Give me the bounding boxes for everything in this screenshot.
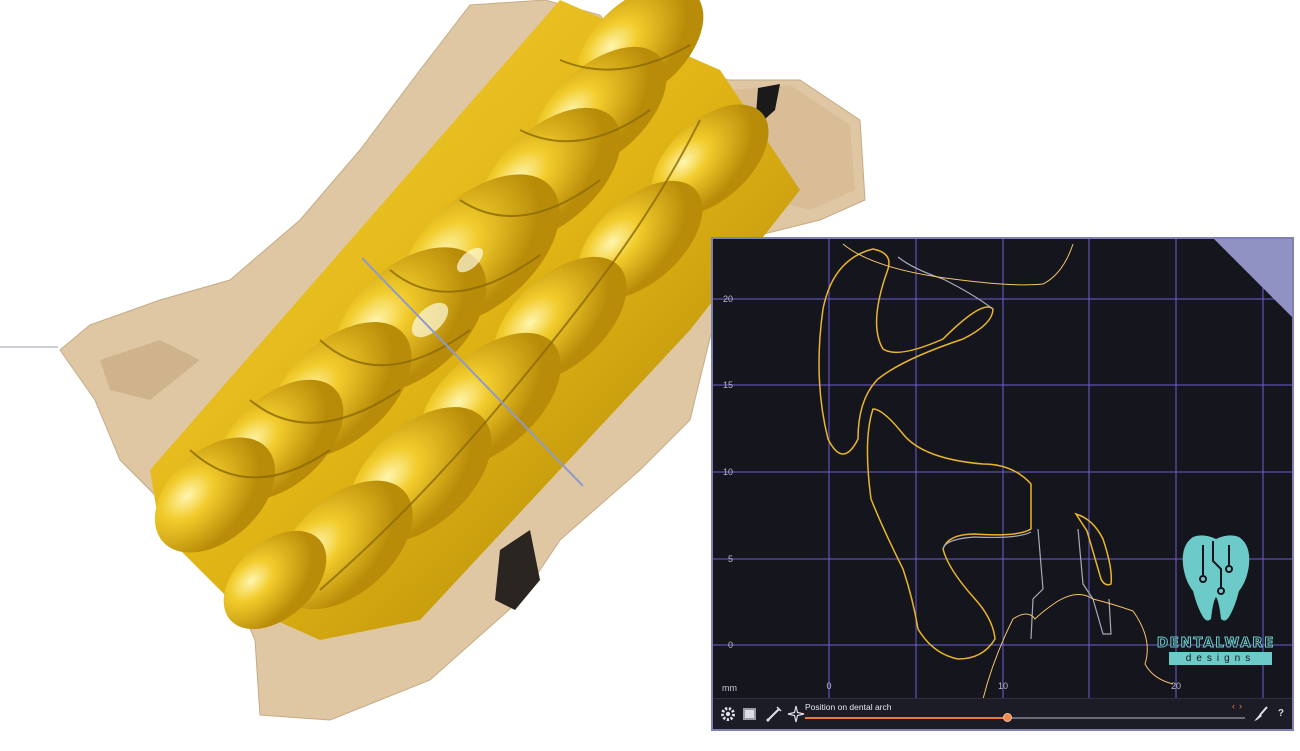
brand-tagline: designs [1169,652,1272,665]
panel-collapse-corner[interactable] [1214,239,1292,317]
axis-ticks: 0 10 20 20 15 10 5 0 [723,294,1181,691]
y-tick-label: 0 [728,640,733,650]
arch-position-slider[interactable] [805,713,1245,722]
scan-outline [897,256,1112,640]
y-tick-label: 15 [723,380,733,390]
tooth-logo-icon [1182,535,1250,621]
prev-position-button[interactable]: ‹ [1232,701,1239,711]
x-tick-label: 10 [998,681,1008,691]
brand-logo: DENTALWARE designs [1141,531,1291,671]
wax-up-outline [818,248,1113,660]
brush-icon[interactable] [1252,705,1270,723]
view-cube-icon[interactable] [741,705,759,723]
y-tick-label: 10 [723,467,733,477]
cross-section-panel[interactable]: 0 10 20 20 15 10 5 0 mm DENTALWARE desig… [711,237,1294,731]
arch-nav-arrows[interactable]: ‹› [1232,701,1246,711]
x-tick-label: 0 [826,681,831,691]
slider-thumb[interactable] [1003,713,1013,722]
panel-toolbar: Position on dental arch ‹› ? [713,698,1292,729]
gear-icon[interactable] [719,705,737,723]
next-position-button[interactable]: › [1239,701,1246,711]
help-button[interactable]: ? [1278,708,1284,719]
measure-icon[interactable] [765,705,783,723]
snap-point-icon[interactable] [787,705,805,723]
slider-label: Position on dental arch [805,702,892,712]
x-tick-label: 20 [1171,681,1181,691]
unit-label: mm [722,683,737,693]
y-tick-label: 5 [728,554,733,564]
slider-fill [805,717,1008,719]
brand-name: DENTALWARE [1156,635,1276,652]
y-tick-label: 20 [723,294,733,304]
